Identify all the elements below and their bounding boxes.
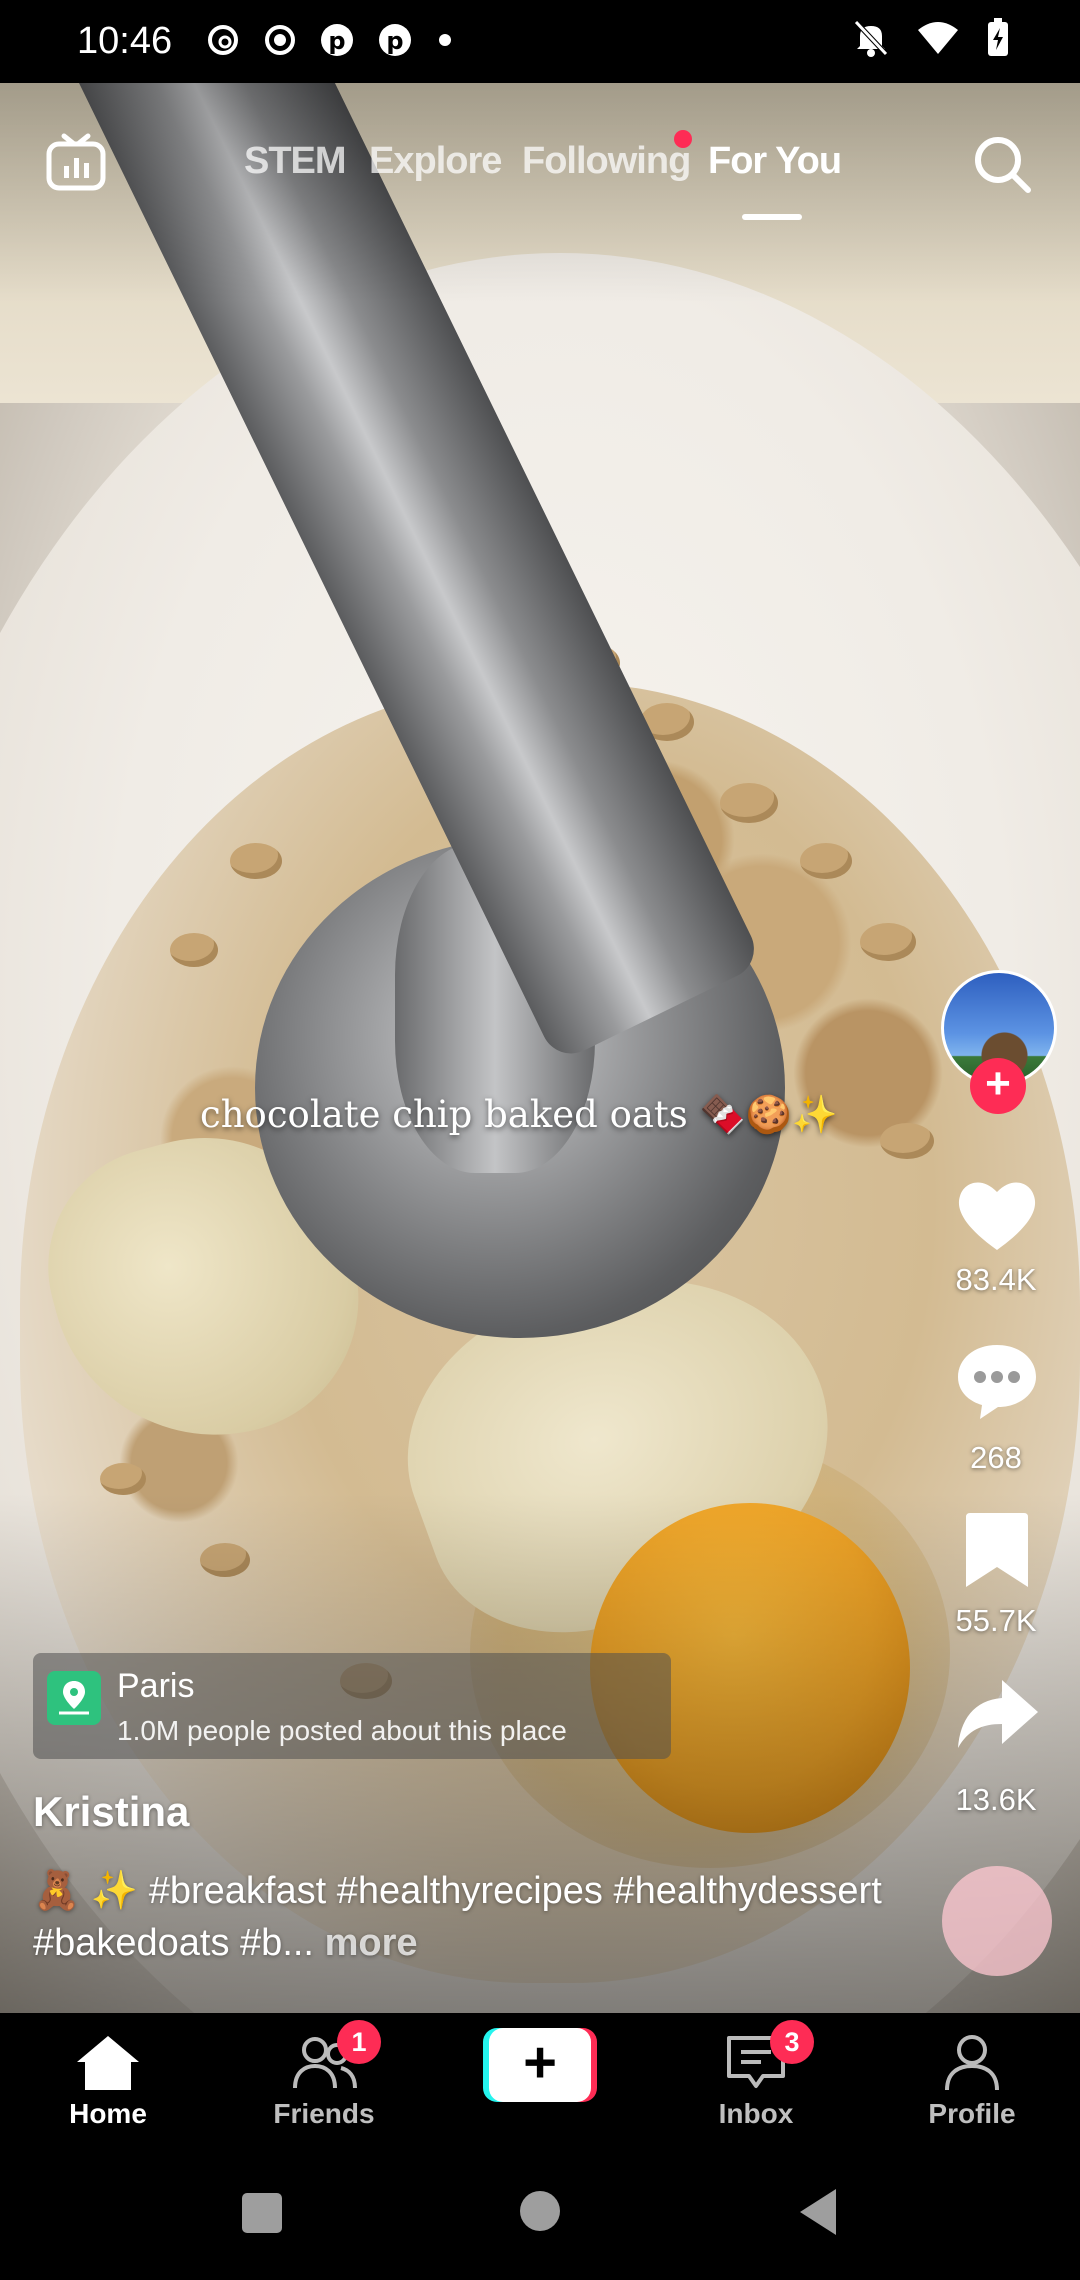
oat-flake <box>100 1463 146 1495</box>
plus-icon: + <box>489 2028 591 2102</box>
oat-flake <box>720 783 778 823</box>
share-count: 13.6K <box>955 1782 1037 1817</box>
home-icon <box>77 2036 139 2090</box>
like-count: 83.4K <box>955 1262 1037 1297</box>
creator-username[interactable]: Kristina <box>33 1788 189 1836</box>
video-shade <box>0 83 1080 303</box>
heart-icon[interactable] <box>952 1170 1042 1260</box>
bookmark-icon[interactable] <box>952 1505 1042 1595</box>
follow-button[interactable]: + <box>970 1058 1026 1114</box>
location-tag[interactable]: Paris 1.0M people posted about this plac… <box>33 1653 671 1759</box>
svg-text:p: p <box>386 27 403 55</box>
nav-friends-label: Friends <box>273 2098 375 2129</box>
description-text: 🧸 ✨ #breakfast #healthyrecipes #healthyd… <box>33 1870 882 1964</box>
location-name: Paris <box>117 1667 195 1705</box>
music-disc[interactable] <box>942 1866 1052 1976</box>
status-icons-left: p p <box>205 22 455 58</box>
wifi-icon <box>918 22 958 54</box>
oat-flake <box>860 923 916 961</box>
status-bar: 10:46 p p <box>0 0 1080 83</box>
save-count: 55.7K <box>955 1603 1037 1638</box>
pinterest-icon: p <box>321 24 353 56</box>
following-notification-dot <box>674 130 692 148</box>
status-time: 10:46 <box>77 20 173 62</box>
tab-following[interactable]: Following <box>522 140 691 183</box>
nav-profile-label: Profile <box>928 2098 1016 2129</box>
nav-home[interactable]: Home <box>28 2018 188 2138</box>
more-link[interactable]: more <box>325 1922 418 1964</box>
profile-icon <box>945 2035 999 2091</box>
post-description[interactable]: 🧸 ✨ #breakfast #healthyrecipes #healthyd… <box>33 1865 893 1969</box>
oat-flake <box>880 1123 934 1159</box>
tv-icon[interactable] <box>44 130 108 194</box>
oat-flake <box>230 843 282 879</box>
create-button[interactable]: + <box>483 2028 597 2102</box>
nav-home-label: Home <box>69 2098 147 2129</box>
comment-icon[interactable] <box>952 1335 1042 1425</box>
share-icon[interactable] <box>952 1670 1042 1760</box>
comment-count: 268 <box>970 1440 1022 1475</box>
mute-icon <box>854 20 888 57</box>
tab-for-you[interactable]: For You <box>708 140 842 183</box>
threads-icon <box>208 25 238 55</box>
tab-explore[interactable]: Explore <box>369 140 502 183</box>
tab-stem[interactable]: STEM <box>244 140 347 183</box>
oat-flake <box>170 933 218 967</box>
inbox-badge: 3 <box>770 2020 814 2064</box>
friends-badge: 1 <box>337 2020 381 2064</box>
status-icons-right <box>852 18 1010 58</box>
dot-icon <box>439 34 451 46</box>
battery-charging-icon <box>988 18 1008 56</box>
active-tab-indicator <box>742 214 802 220</box>
video-caption-overlay: chocolate chip baked oats 🍫🍪✨ <box>200 1093 838 1136</box>
nav-inbox-label: Inbox <box>718 2098 794 2129</box>
home-circle-icon[interactable] <box>518 2189 562 2233</box>
record-icon <box>265 25 295 55</box>
svg-text:p: p <box>328 27 345 55</box>
location-subtitle: 1.0M people posted about this place <box>117 1715 567 1746</box>
oat-flake <box>800 843 852 879</box>
nav-profile[interactable]: Profile <box>892 2018 1052 2138</box>
search-icon[interactable] <box>970 132 1034 196</box>
location-pin-icon <box>47 1671 101 1725</box>
system-navigation-bar <box>0 2153 1080 2280</box>
pinterest-icon: p <box>379 24 411 56</box>
recents-icon[interactable] <box>240 2191 284 2235</box>
back-icon[interactable] <box>796 2187 840 2237</box>
